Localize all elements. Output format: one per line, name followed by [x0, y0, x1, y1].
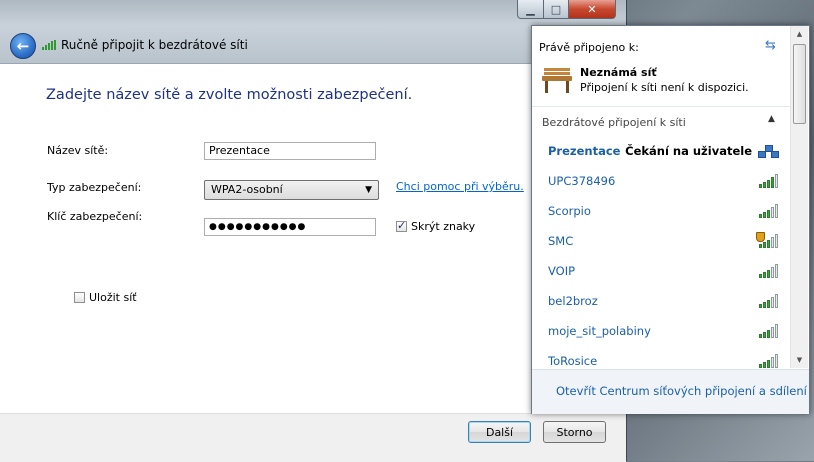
security-key-input[interactable]: ●●●●●●●●●●● [204, 218, 376, 236]
currently-connected-label: Právě připojeno k: [539, 41, 639, 54]
open-network-center-link[interactable]: Otevřít Centrum síťových připojení a sdí… [556, 384, 807, 398]
network-name: Scorpio [548, 204, 591, 218]
save-network-row: Uložit síť [74, 291, 137, 304]
wizard-title: Ručně připojit k bezdrátové síti [42, 38, 248, 52]
cancel-button[interactable]: Storno [543, 421, 606, 443]
signal-strength-icon [759, 174, 778, 188]
network-name-input[interactable]: Prezentace [204, 142, 376, 160]
hide-characters-checkbox[interactable] [396, 219, 407, 232]
flyout-footer: Otevřít Centrum síťových připojení a sdí… [532, 369, 809, 414]
connected-network: Neznámá síť Připojení k síti není k disp… [542, 66, 749, 94]
scroll-down-icon[interactable]: ▼ [791, 352, 808, 368]
network-name: bel2broz [548, 294, 598, 308]
minimize-button[interactable]: ▁ [517, 0, 544, 19]
network-item[interactable]: bel2broz [548, 292, 778, 310]
divider [532, 106, 790, 107]
signal-strength-icon [759, 354, 778, 368]
shield-warning-icon [756, 232, 765, 242]
network-item[interactable]: VOIP [548, 262, 778, 280]
network-flyout: Právě připojeno k: ⇆ Neznámá síť Připoje… [531, 25, 810, 414]
network-name: VOIP [548, 264, 576, 278]
scroll-thumb[interactable] [793, 44, 806, 124]
save-network-checkbox[interactable] [74, 292, 85, 303]
arrow-left-icon: ← [16, 37, 30, 55]
chevron-down-icon: ▼ [365, 185, 372, 195]
network-item[interactable]: SMC [548, 232, 778, 250]
bench-icon [542, 66, 572, 94]
hide-characters-label: Skrýt znaky [411, 220, 476, 233]
security-type-select[interactable]: WPA2-osobní ▼ [204, 180, 379, 200]
security-key-label: Klíč zabezpečení: [47, 210, 143, 223]
connected-network-name: Neznámá síť [580, 66, 657, 79]
signal-strength-icon [759, 204, 778, 218]
maximize-button[interactable]: □ [544, 0, 569, 19]
minimize-icon: ▁ [526, 2, 535, 16]
network-item[interactable]: moje_sit_polabiny [548, 322, 778, 340]
security-type-label: Typ zabezpečení: [47, 181, 142, 194]
signal-strength-icon [759, 264, 778, 278]
signal-strength-icon [756, 232, 778, 248]
network-connect-icon [758, 143, 779, 159]
page-heading: Zadejte název sítě a zvolte možnosti zab… [46, 87, 413, 103]
back-button[interactable]: ← [10, 33, 36, 59]
network-name: Prezentace [548, 144, 621, 158]
maximize-icon: □ [550, 2, 562, 16]
security-type-value: WPA2-osobní [211, 183, 283, 196]
wireless-signal-icon [42, 40, 56, 50]
refresh-icon[interactable]: ⇆ [765, 38, 776, 53]
close-button[interactable]: ✕ [569, 0, 616, 19]
network-item[interactable]: UPC378496 [548, 172, 778, 190]
network-name: UPC378496 [548, 174, 616, 188]
next-button[interactable]: Další [468, 421, 531, 443]
scroll-up-icon[interactable]: ▲ [791, 26, 808, 42]
save-network-label: Uložit síť [89, 291, 137, 304]
help-link[interactable]: Chci pomoc při výběru. [396, 180, 524, 193]
scrollbar[interactable]: ▲ ▼ [790, 26, 808, 368]
caption-buttons: ▁ □ ✕ [517, 0, 616, 19]
chevron-up-icon[interactable]: ▲ [768, 114, 775, 124]
signal-strength-icon [759, 324, 778, 338]
network-item[interactable]: Scorpio [548, 202, 778, 220]
network-item[interactable]: Prezentace Čekání na uživatele [548, 142, 779, 160]
connected-network-status: Připojení k síti není k dispozici. [580, 81, 749, 94]
network-status: Čekání na uživatele [625, 144, 752, 158]
network-name: ToRosice [548, 354, 598, 368]
wizard-footer [0, 413, 626, 462]
close-icon: ✕ [587, 2, 597, 16]
network-name: moje_sit_polabiny [548, 324, 651, 338]
wireless-section-header: Bezdrátové připojení k síti [542, 116, 686, 129]
hide-characters-row: Skrýt znaky [396, 219, 476, 233]
signal-strength-icon [759, 294, 778, 308]
wizard-title-text: Ručně připojit k bezdrátové síti [61, 38, 248, 52]
network-name-label: Název sítě: [47, 144, 109, 157]
network-name: SMC [548, 234, 574, 248]
network-item[interactable]: ToRosice [548, 352, 778, 370]
